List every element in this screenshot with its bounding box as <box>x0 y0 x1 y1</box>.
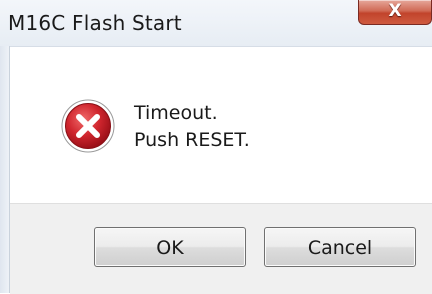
message-line-1: Timeout. <box>134 102 218 124</box>
window-frame-left <box>0 46 10 293</box>
close-button[interactable]: X <box>358 0 432 25</box>
dialog-window: M16C Flash Start X Timeout. Push RESET. … <box>0 0 432 294</box>
cancel-button[interactable]: Cancel <box>264 227 416 267</box>
error-message: Timeout. Push RESET. <box>134 100 250 154</box>
window-title: M16C Flash Start <box>8 11 182 35</box>
title-bar[interactable]: M16C Flash Start X <box>0 0 432 47</box>
close-icon: X <box>388 1 402 21</box>
ok-button[interactable]: OK <box>94 227 246 267</box>
message-line-2: Push RESET. <box>134 129 250 151</box>
error-icon <box>61 99 115 153</box>
